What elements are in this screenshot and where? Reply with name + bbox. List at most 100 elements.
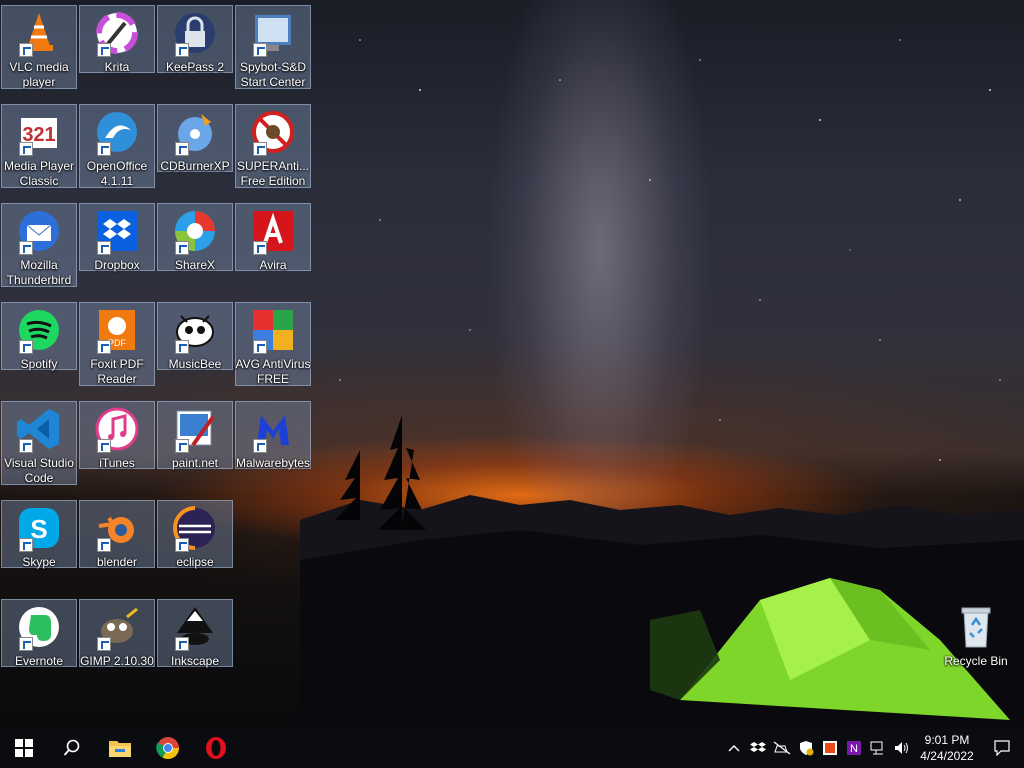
desktop-shortcut-keepass[interactable]: KeePass 2 <box>157 5 233 74</box>
desktop-shortcut-itunes[interactable]: iTunes <box>79 401 155 470</box>
desktop-shortcut-label: ShareX <box>174 258 216 272</box>
desktop-shortcut-cdburnerxp[interactable]: CDBurnerXP <box>157 104 233 173</box>
shortcut-arrow-icon <box>97 340 111 354</box>
shortcut-arrow-icon <box>19 439 33 453</box>
tray-network[interactable] <box>866 728 890 768</box>
shortcut-arrow-icon <box>97 439 111 453</box>
malwarebytes-icon <box>249 405 297 453</box>
tray-security[interactable] <box>794 728 818 768</box>
shortcut-arrow-icon <box>175 538 189 552</box>
superantispyware-icon <box>249 108 297 156</box>
tray-avast[interactable] <box>818 728 842 768</box>
notification-icon <box>994 740 1010 756</box>
avg-icon <box>249 306 297 354</box>
desktop-shortcut-malwarebytes[interactable]: Malwarebytes <box>235 401 311 470</box>
desktop-shortcut-label: paint.net <box>171 456 219 470</box>
keepass-icon <box>171 9 219 57</box>
desktop-shortcut-label: blender <box>96 555 138 569</box>
clock-time: 9:01 PM <box>924 733 970 747</box>
desktop-shortcut-musicbee[interactable]: MusicBee <box>157 302 233 371</box>
tray-dropbox[interactable] <box>746 728 770 768</box>
desktop-shortcut-foxit[interactable]: PDF Foxit PDF Reader <box>79 302 155 386</box>
desktop-shortcut-blender[interactable]: blender <box>79 500 155 569</box>
opera-button[interactable] <box>192 728 240 768</box>
chrome-icon <box>156 737 179 759</box>
itunes-icon <box>93 405 141 453</box>
shortcut-arrow-icon <box>97 43 111 57</box>
taskbar-clock[interactable]: 9:01 PM 4/24/2022 <box>914 732 980 764</box>
tray-network-disconnected[interactable] <box>770 728 794 768</box>
action-center-button[interactable] <box>980 728 1024 768</box>
krita-icon <box>93 9 141 57</box>
desktop-shortcut-sharex[interactable]: ShareX <box>157 203 233 272</box>
shortcut-arrow-icon <box>97 142 111 156</box>
search-button[interactable] <box>48 728 96 768</box>
blender-icon <box>93 504 141 552</box>
openoffice-icon <box>93 108 141 156</box>
recycle-bin-shortcut[interactable]: Recycle Bin <box>940 600 1012 670</box>
desktop-shortcut-openoffice[interactable]: OpenOffice 4.1.11 <box>79 104 155 188</box>
desktop-shortcut-gimp[interactable]: GIMP 2.10.30 <box>79 599 155 668</box>
evernote-icon <box>15 603 63 651</box>
inkscape-icon <box>171 603 219 651</box>
shortcut-arrow-icon <box>175 43 189 57</box>
desktop-shortcut-vscode[interactable]: Visual Studio Code <box>1 401 77 485</box>
skype-icon: S <box>15 504 63 552</box>
desktop-shortcut-vlc[interactable]: VLC media player <box>1 5 77 89</box>
shortcut-arrow-icon <box>253 142 267 156</box>
desktop-shortcut-paintnet[interactable]: paint.net <box>157 401 233 470</box>
shortcut-arrow-icon <box>175 439 189 453</box>
chrome-button[interactable] <box>144 728 192 768</box>
shortcut-arrow-icon <box>175 241 189 255</box>
volume-icon <box>895 742 908 754</box>
desktop-shortcut-label: Foxit PDF Reader <box>90 357 144 386</box>
shortcut-arrow-icon <box>175 637 189 651</box>
shortcut-arrow-icon <box>175 340 189 354</box>
shortcut-arrow-icon <box>253 439 267 453</box>
desktop-shortcut-label: Media Player Classic <box>3 159 75 188</box>
desktop-shortcut-eclipse[interactable]: eclipse <box>157 500 233 569</box>
desktop-shortcut-dropbox[interactable]: Dropbox <box>79 203 155 272</box>
desktop-shortcut-evernote[interactable]: Evernote <box>1 599 77 668</box>
gimp-icon <box>93 603 141 651</box>
network-icon <box>870 741 883 755</box>
desktop-shortcut-superantispyware[interactable]: SUPERAnti... Free Edition <box>235 104 311 188</box>
desktop-shortcut-label: Visual Studio Code <box>4 456 74 485</box>
vlc-icon <box>15 9 63 57</box>
desktop-shortcut-spybot[interactable]: Spybot-S&D Start Center <box>235 5 311 89</box>
desktop-shortcut-label: Skype <box>22 555 56 569</box>
desktop-shortcut-label: CDBurnerXP <box>160 159 230 173</box>
desktop-shortcut-skype[interactable]: S Skype <box>1 500 77 569</box>
dropbox-icon <box>93 207 141 255</box>
eclipse-icon <box>171 504 219 552</box>
onenote-icon: N <box>847 741 861 755</box>
desktop-shortcut-avira[interactable]: Avira <box>235 203 311 272</box>
start-button[interactable] <box>0 728 48 768</box>
chevron-up-icon <box>728 745 740 752</box>
start-icon <box>15 739 33 757</box>
desktop-shortcut-mpc[interactable]: 321 Media Player Classic <box>1 104 77 188</box>
desktop-shortcut-thunderbird[interactable]: Mozilla Thunderbird <box>1 203 77 287</box>
system-tray: N 9:01 PM 4/24/2022 <box>722 728 1024 768</box>
shortcut-arrow-icon <box>19 241 33 255</box>
cdburnerxp-icon <box>171 108 219 156</box>
desktop-shortcut-label: eclipse <box>176 555 214 569</box>
desktop-shortcut-inkscape[interactable]: Inkscape <box>157 599 233 668</box>
foxit-icon: PDF <box>93 306 141 354</box>
tray-volume[interactable] <box>890 728 914 768</box>
desktop-shortcut-spotify[interactable]: Spotify <box>1 302 77 371</box>
recycle-bin-icon <box>952 603 1000 651</box>
desktop-shortcut-label: Spybot-S&D Start Center <box>239 60 307 89</box>
desktop-shortcut-label: KeePass 2 <box>165 60 225 74</box>
tray-onenote[interactable]: N <box>842 728 866 768</box>
shortcut-arrow-icon <box>253 43 267 57</box>
shortcut-arrow-icon <box>97 538 111 552</box>
file-explorer-icon <box>109 741 131 757</box>
desktop-shortcut-label: Krita <box>104 60 130 74</box>
shortcut-arrow-icon <box>253 340 267 354</box>
desktop-shortcut-avg[interactable]: AVG AntiVirus FREE <box>235 302 311 386</box>
desktop-shortcut-krita[interactable]: Krita <box>79 5 155 74</box>
opera-icon <box>206 737 226 759</box>
file-explorer-button[interactable] <box>96 728 144 768</box>
show-hidden-icons-button[interactable] <box>722 728 746 768</box>
